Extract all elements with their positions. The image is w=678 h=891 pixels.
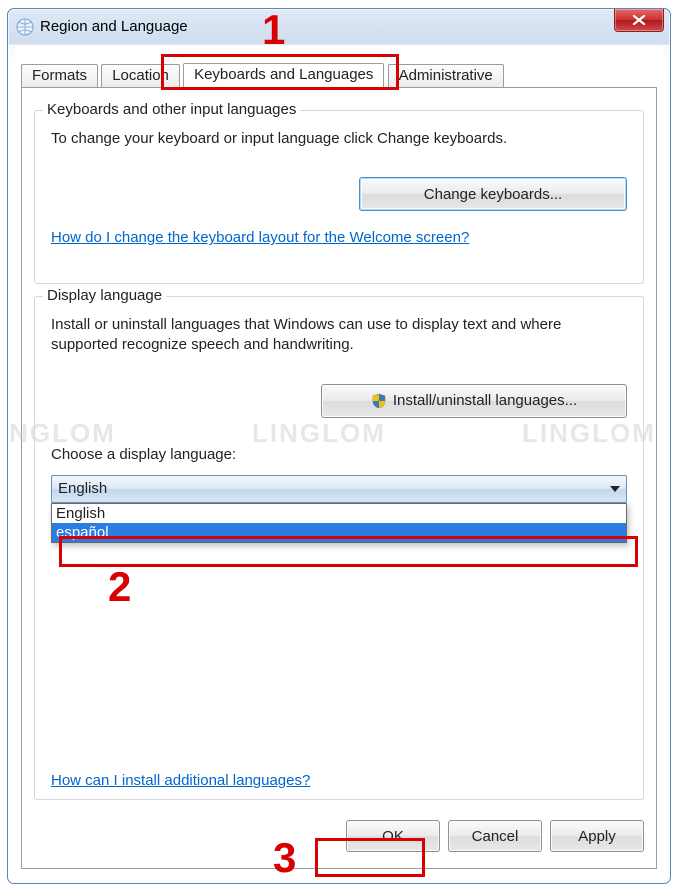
group-display-language: Display language Install or uninstall la… — [34, 296, 644, 800]
display-language-list: English español — [51, 503, 627, 543]
uac-shield-icon — [371, 393, 387, 409]
ok-button[interactable]: OK — [346, 820, 440, 852]
combo-option-english[interactable]: English — [52, 504, 626, 523]
install-uninstall-label: Install/uninstall languages... — [393, 392, 577, 409]
titlebar: Region and Language — [8, 9, 670, 44]
cancel-button[interactable]: Cancel — [448, 820, 542, 852]
change-keyboards-button[interactable]: Change keyboards... — [359, 177, 627, 211]
globe-icon — [16, 18, 34, 36]
group-keyboards: Keyboards and other input languages To c… — [34, 110, 644, 284]
close-button[interactable] — [614, 9, 664, 32]
apply-button[interactable]: Apply — [550, 820, 644, 852]
tab-panel: LINGLOM LINGLOM LINGLOM Keyboards and ot… — [21, 87, 657, 869]
region-language-window: Region and Language Formats Location Key… — [7, 8, 671, 884]
keyboards-desc: To change your keyboard or input languag… — [51, 129, 627, 149]
tabstrip: Formats Location Keyboards and Languages… — [21, 63, 657, 88]
tab-location[interactable]: Location — [101, 64, 180, 87]
dialog-buttons: OK Cancel Apply — [346, 820, 644, 852]
link-welcome-screen-layout[interactable]: How do I change the keyboard layout for … — [51, 229, 469, 246]
choose-display-language-label: Choose a display language: — [51, 446, 627, 463]
display-language-selected: English — [58, 480, 107, 497]
tab-keyboards-languages[interactable]: Keyboards and Languages — [183, 63, 384, 87]
display-language-combo[interactable]: English English español — [51, 475, 627, 503]
combo-option-espanol[interactable]: español — [52, 523, 626, 542]
tab-formats[interactable]: Formats — [21, 64, 98, 87]
display-language-desc: Install or uninstall languages that Wind… — [51, 315, 611, 356]
tab-administrative[interactable]: Administrative — [388, 64, 504, 87]
chevron-down-icon — [610, 486, 620, 492]
install-uninstall-languages-button[interactable]: Install/uninstall languages... — [321, 384, 627, 418]
window-title: Region and Language — [40, 18, 188, 35]
link-install-additional-languages[interactable]: How can I install additional languages? — [51, 772, 310, 789]
client-area: Formats Location Keyboards and Languages… — [15, 47, 663, 876]
close-icon — [632, 14, 646, 26]
group-keyboards-legend: Keyboards and other input languages — [43, 101, 300, 118]
